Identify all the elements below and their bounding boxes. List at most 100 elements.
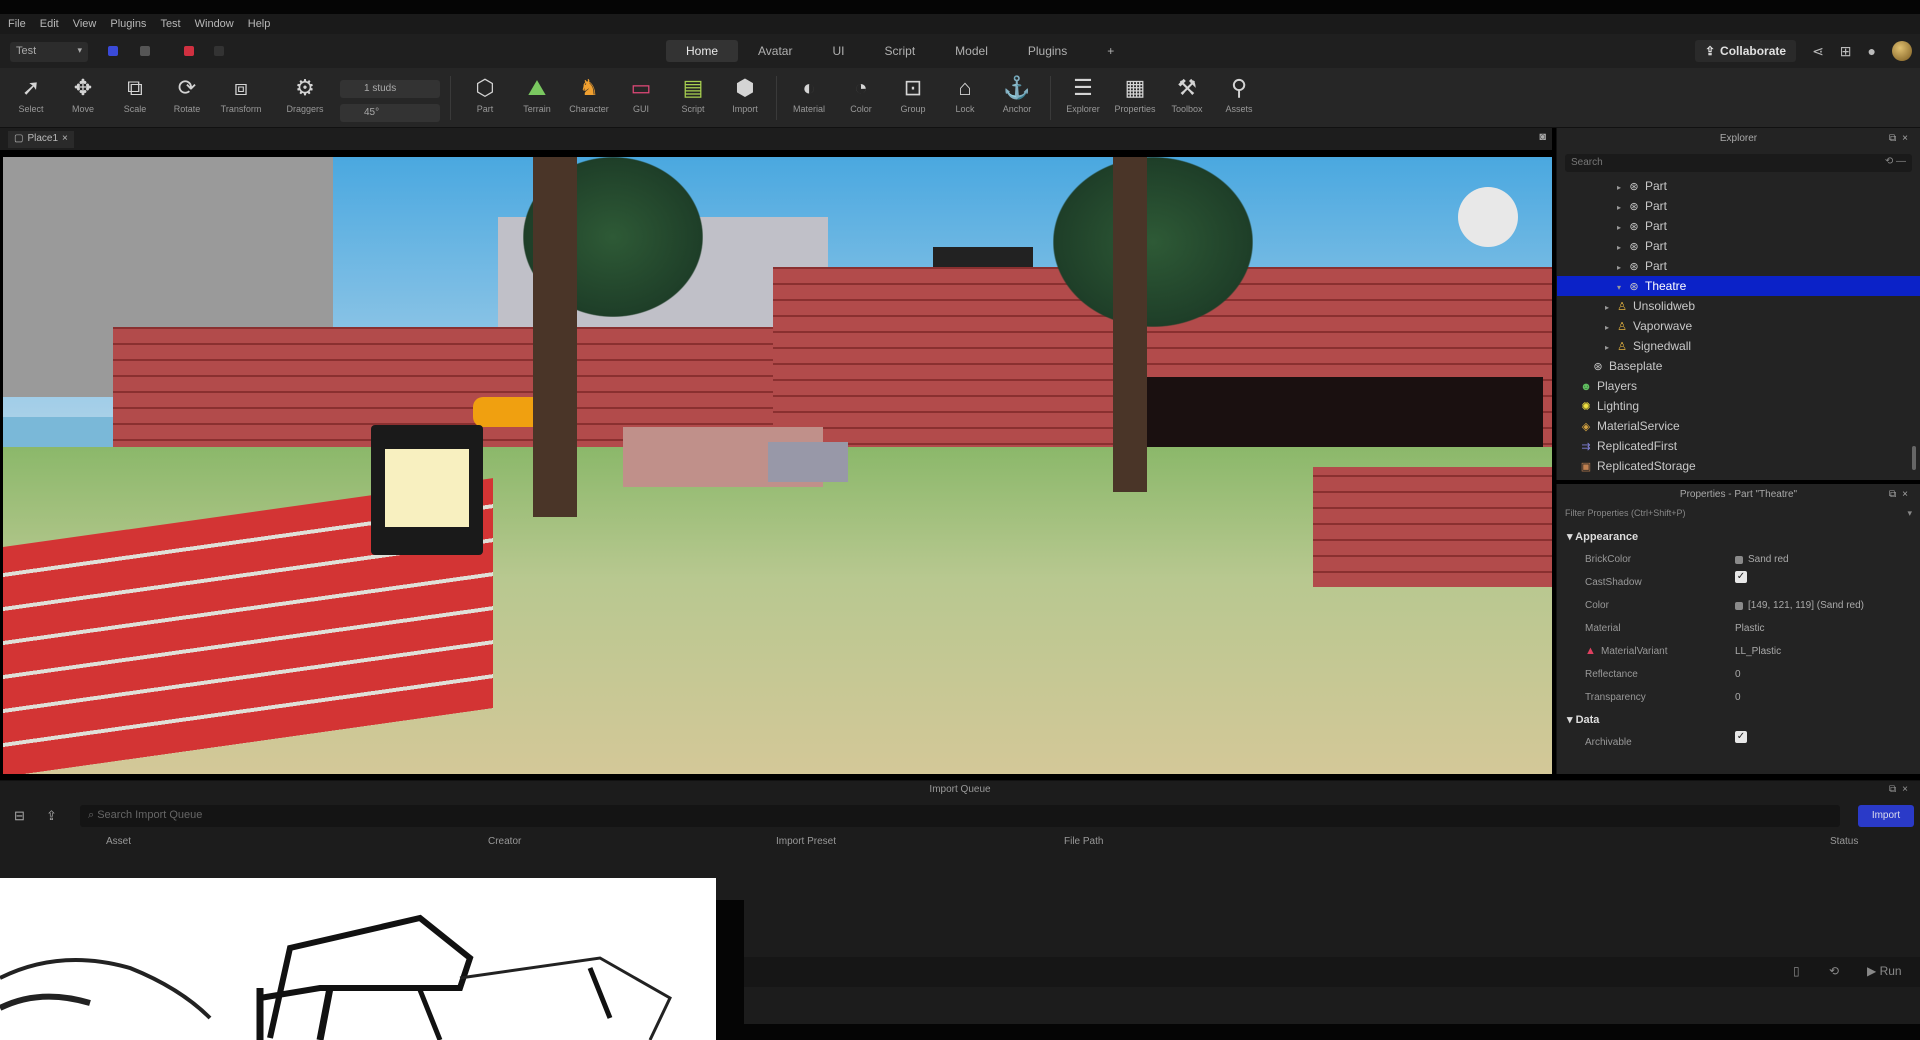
expand-arrow-icon[interactable]: ▸	[1605, 338, 1615, 358]
expand-arrow-icon[interactable]: ▾	[1617, 278, 1627, 298]
explorer-item[interactable]: ▸ ♙ Unsolidweb	[1557, 296, 1920, 316]
import-button[interactable]: Import	[1858, 805, 1914, 827]
explorer-item[interactable]: ✺ Lighting	[1557, 396, 1920, 416]
folder-icon[interactable]: ⊟	[14, 808, 25, 824]
stop-icon[interactable]	[214, 46, 224, 56]
expand-arrow-icon[interactable]: ▸	[1617, 218, 1627, 238]
transform-tool-button[interactable]: ⧈ Transform	[218, 74, 264, 114]
explorer-item[interactable]: ▸ ♙ Vaporwave	[1557, 316, 1920, 336]
menu-view[interactable]: View	[73, 18, 97, 30]
panel-controls[interactable]: ⧉×	[1889, 128, 1914, 150]
lock-button[interactable]: ⌂ Lock	[942, 74, 988, 114]
explorer-search-input[interactable]: Search ⟲ —	[1565, 154, 1912, 172]
draggers-button[interactable]: ⚙ Draggers	[282, 74, 328, 114]
explorer-item[interactable]: ▸ ♙ Signedwall	[1557, 336, 1920, 356]
tab-avatar[interactable]: Avatar	[738, 40, 812, 62]
upload-icon[interactable]: ⇪	[46, 808, 57, 824]
menu-file[interactable]: File	[8, 18, 26, 30]
menu-test[interactable]: Test	[160, 18, 180, 30]
camera-icon[interactable]: ◙	[1539, 131, 1546, 143]
collaborate-button[interactable]: ⇪ Collaborate	[1694, 40, 1797, 62]
import-queue-search-input[interactable]: ⌕ Search Import Queue	[80, 805, 1840, 827]
gui-button[interactable]: ▭ GUI	[618, 74, 664, 114]
panel-controls[interactable]: ⧉×	[1889, 484, 1914, 506]
expand-arrow-icon[interactable]: ▸	[1617, 238, 1627, 258]
menu-window[interactable]: Window	[195, 18, 234, 30]
property-row[interactable]: Color [149, 121, 119] (Sand red)	[1557, 594, 1920, 617]
property-row[interactable]: CastShadow ✓	[1557, 571, 1920, 594]
group-button[interactable]: ⊡ Group	[890, 74, 936, 114]
property-value[interactable]: [149, 121, 119] (Sand red)	[1735, 594, 1864, 617]
3d-viewport[interactable]	[3, 157, 1552, 774]
layout-icon[interactable]	[140, 46, 150, 56]
move-tool-button[interactable]: ✥ Move	[60, 74, 106, 114]
explorer-item[interactable]: ▸ ⊛ Part	[1557, 236, 1920, 256]
expand-arrow-icon[interactable]: ▸	[1605, 298, 1615, 318]
script-button[interactable]: ▤ Script	[670, 74, 716, 114]
property-row[interactable]: Archivable ✓	[1557, 731, 1920, 754]
property-checkbox[interactable]: ✓	[1735, 571, 1747, 583]
tab-script[interactable]: Script	[864, 40, 935, 62]
mode-select[interactable]: Test ▾	[10, 42, 88, 62]
property-value[interactable]: LL_Plastic	[1735, 640, 1781, 663]
move-step-field[interactable]: 1 studs	[340, 80, 440, 98]
property-value[interactable]: 0	[1735, 686, 1741, 709]
property-section-header[interactable]: ▾ Appearance	[1557, 526, 1920, 548]
character-button[interactable]: ♞ Character	[566, 74, 612, 114]
property-value[interactable]: ✓	[1735, 571, 1752, 583]
anchor-button[interactable]: ⚓ Anchor	[994, 74, 1040, 114]
explorer-item[interactable]: ▾ ⊛ Theatre	[1557, 276, 1920, 296]
part-button[interactable]: ⬡ Part	[462, 74, 508, 114]
menu-edit[interactable]: Edit	[40, 18, 59, 30]
history-icon[interactable]: ⟲ —	[1885, 156, 1906, 167]
property-row[interactable]: BrickColor Sand red	[1557, 548, 1920, 571]
panel-controls[interactable]: ⧉×	[1889, 781, 1914, 799]
expand-arrow-icon[interactable]: ▸	[1617, 258, 1627, 278]
explorer-item[interactable]: ☻ Players	[1557, 376, 1920, 396]
explorer-toggle-button[interactable]: ☰ Explorer	[1060, 74, 1106, 114]
share-icon[interactable]: ⋖	[1812, 43, 1824, 60]
tab-plugins[interactable]: Plugins	[1008, 40, 1087, 62]
property-row[interactable]: Reflectance 0	[1557, 663, 1920, 686]
property-value[interactable]: 0	[1735, 663, 1741, 686]
property-value[interactable]: ✓	[1735, 731, 1752, 743]
scale-tool-button[interactable]: ⧉ Scale	[112, 74, 158, 114]
explorer-scrollbar[interactable]	[1912, 446, 1916, 470]
expand-arrow-icon[interactable]: ▸	[1605, 318, 1615, 338]
run-button[interactable]: ▶ Run	[1867, 964, 1902, 978]
material-button[interactable]: ◐ Material	[786, 74, 832, 114]
property-row[interactable]: Transparency 0	[1557, 686, 1920, 709]
notification-icon[interactable]: ●	[1868, 43, 1876, 59]
column-creator[interactable]: Creator	[488, 836, 521, 847]
color-button[interactable]: ◔ Color	[838, 74, 884, 114]
explorer-item[interactable]: ◈ MaterialService	[1557, 416, 1920, 436]
property-value[interactable]: Plastic	[1735, 617, 1764, 640]
explorer-item[interactable]: ▸ ⊛ Part	[1557, 256, 1920, 276]
bookmark-icon[interactable]: ▯	[1793, 964, 1800, 978]
column-status[interactable]: Status	[1830, 836, 1858, 847]
column-import-preset[interactable]: Import Preset	[776, 836, 836, 847]
toolbox-toggle-button[interactable]: ⚒ Toolbox	[1164, 74, 1210, 114]
avatar[interactable]	[1892, 41, 1912, 61]
explorer-item[interactable]: ▸ ⊛ Part	[1557, 196, 1920, 216]
menu-help[interactable]: Help	[248, 18, 271, 30]
column-asset[interactable]: Asset	[106, 836, 131, 847]
property-value[interactable]: Sand red	[1735, 548, 1789, 571]
history-icon[interactable]: ⟲	[1829, 964, 1839, 978]
expand-arrow-icon[interactable]: ▸	[1617, 198, 1627, 218]
properties-toggle-button[interactable]: ▦ Properties	[1112, 74, 1158, 114]
explorer-item[interactable]: ▸ ⊛ Part	[1557, 216, 1920, 236]
property-row[interactable]: ▲ MaterialVariant LL_Plastic	[1557, 640, 1920, 663]
tab-ui[interactable]: UI	[812, 40, 864, 62]
select-tool-button[interactable]: ➚ Select	[8, 74, 54, 114]
document-tab-place1[interactable]: ▢ Place1 ×	[8, 131, 74, 148]
properties-filter-input[interactable]: Filter Properties (Ctrl+Shift+P) ▾	[1565, 508, 1912, 524]
expand-arrow-icon[interactable]: ▸	[1617, 178, 1627, 198]
explorer-item[interactable]: ▣ ReplicatedStorage	[1557, 456, 1920, 476]
property-checkbox[interactable]: ✓	[1735, 731, 1747, 743]
explorer-item[interactable]: ▸ ⊛ Part	[1557, 176, 1920, 196]
property-section-header[interactable]: ▾ Data	[1557, 709, 1920, 731]
column-file-path[interactable]: File Path	[1064, 836, 1103, 847]
explorer-item[interactable]: ⇉ ReplicatedFirst	[1557, 436, 1920, 456]
close-icon[interactable]: ×	[62, 133, 68, 146]
